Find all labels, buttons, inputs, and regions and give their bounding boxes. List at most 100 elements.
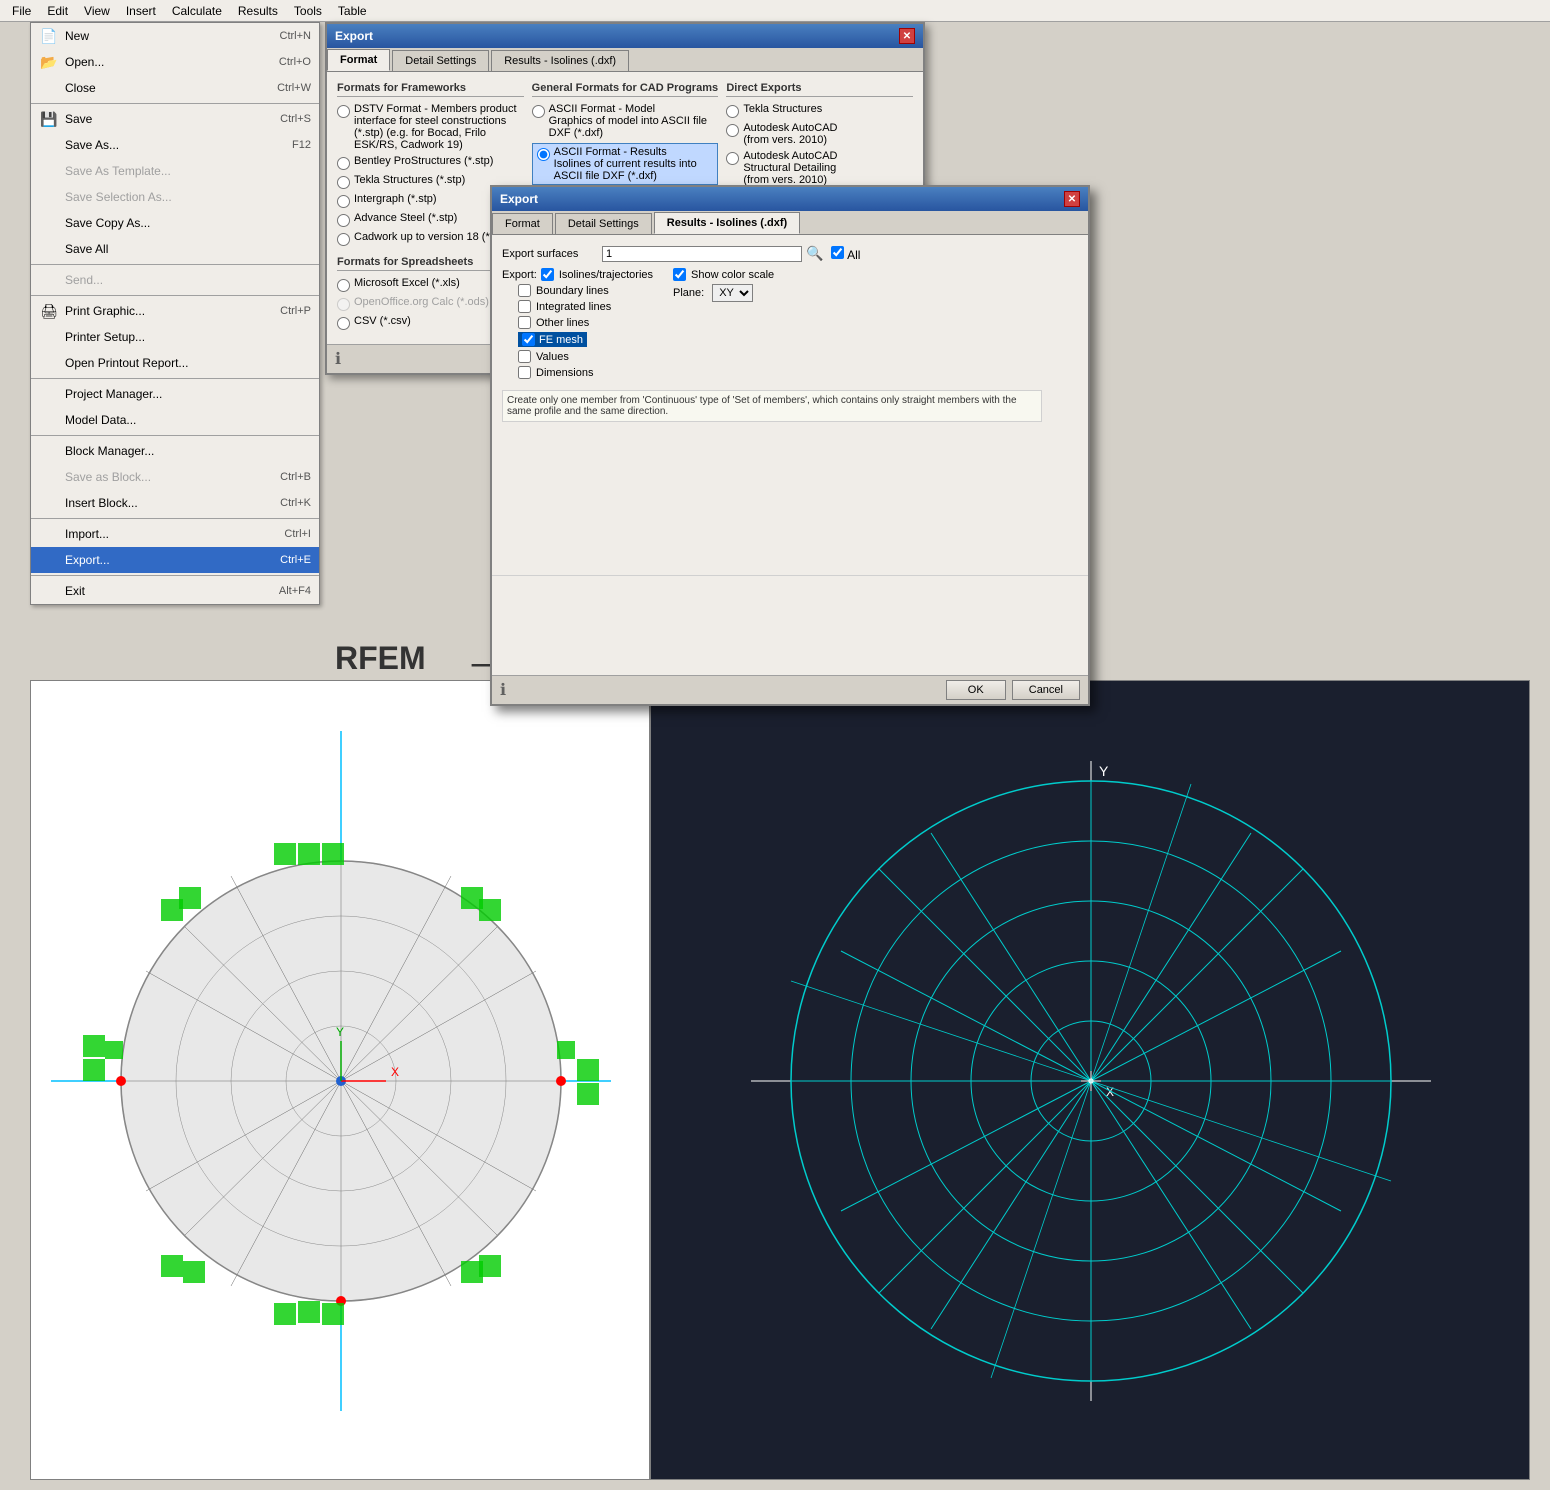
open-icon: 📂 (39, 52, 59, 72)
menu-item-import[interactable]: Import... Ctrl+I (31, 521, 319, 547)
all-checkbox[interactable] (831, 246, 844, 259)
direct-radio-0[interactable] (726, 105, 739, 118)
menu-item-open[interactable]: 📂 Open... Ctrl+O (31, 49, 319, 75)
dialog-2-tabs: Format Detail Settings Results - Isoline… (492, 211, 1088, 235)
pick-button[interactable]: 🔍 (806, 245, 823, 262)
menu-edit[interactable]: Edit (39, 2, 76, 20)
isolines-checkbox[interactable] (541, 268, 554, 281)
menu-item-saveas[interactable]: Save As... F12 (31, 132, 319, 158)
rfem-mesh-svg: X Y (31, 681, 650, 1480)
tab-format-2[interactable]: Format (492, 213, 553, 234)
show-color-scale-checkbox[interactable] (673, 268, 686, 281)
all-label: All (847, 248, 860, 262)
cad-radio-1[interactable] (537, 148, 550, 161)
menu-item-save-copy[interactable]: Save Copy As... (31, 210, 319, 236)
plane-select[interactable]: XY XZ YZ (712, 284, 753, 302)
menu-table[interactable]: Table (330, 2, 375, 20)
separator-2 (31, 264, 319, 265)
menu-item-printer-setup[interactable]: Printer Setup... (31, 324, 319, 350)
menu-item-send: Send... (31, 267, 319, 293)
values-checkbox[interactable] (518, 350, 531, 363)
exit-icon (39, 581, 59, 601)
direct-radio-1[interactable] (726, 124, 739, 137)
direct-option-1: Autodesk AutoCAD(from vers. 2010) (726, 122, 913, 146)
boundary-lines-label: Boundary lines (536, 285, 609, 297)
menu-item-exit[interactable]: Exit Alt+F4 (31, 578, 319, 604)
menu-item-model-data[interactable]: Model Data... (31, 407, 319, 433)
new-icon: 📄 (39, 26, 59, 46)
tab-results-isolines-2[interactable]: Results - Isolines (.dxf) (654, 212, 800, 234)
info-icon-2: ℹ (500, 680, 506, 700)
frameworks-title: Formats for Frameworks (337, 82, 524, 97)
framework-radio-4[interactable] (337, 214, 350, 227)
spreadsheet-radio-2[interactable] (337, 317, 350, 330)
boundary-lines-row: Boundary lines (518, 284, 653, 297)
menu-view[interactable]: View (76, 2, 118, 20)
framework-radio-3[interactable] (337, 195, 350, 208)
import-icon (39, 524, 59, 544)
dxf-viewport: Y X (650, 680, 1530, 1480)
integrated-lines-checkbox[interactable] (518, 300, 531, 313)
framework-radio-0[interactable] (337, 105, 350, 118)
menu-item-insert-block[interactable]: Insert Block... Ctrl+K (31, 490, 319, 516)
menu-tools[interactable]: Tools (286, 2, 330, 20)
menu-item-new[interactable]: 📄 New Ctrl+N (31, 23, 319, 49)
isolines-group: Export: Isolines/trajectories Boundary l… (502, 268, 653, 382)
dimensions-checkbox[interactable] (518, 366, 531, 379)
menu-item-export[interactable]: Export... Ctrl+E (31, 547, 319, 573)
export-surfaces-input[interactable] (602, 246, 802, 262)
cad-radio-0[interactable] (532, 105, 545, 118)
export-label-row: Export: Isolines/trajectories (502, 268, 653, 281)
framework-radio-1[interactable] (337, 157, 350, 170)
menu-item-save[interactable]: 💾 Save Ctrl+S (31, 106, 319, 132)
saveas-template-icon (39, 161, 59, 181)
menu-insert[interactable]: Insert (118, 2, 164, 20)
dialog-2-title: Export (500, 192, 538, 206)
printer-setup-icon (39, 327, 59, 347)
menu-item-project-manager[interactable]: Project Manager... (31, 381, 319, 407)
dxf-mesh-svg: Y X (651, 681, 1530, 1480)
menu-item-print-graphic[interactable]: 🖨 Print Graphic... Ctrl+P (31, 298, 319, 324)
other-lines-checkbox[interactable] (518, 316, 531, 329)
direct-option-2: Autodesk AutoCADStructural Detailing(fro… (726, 150, 913, 186)
dialog-2-footer: ℹ OK Cancel (492, 675, 1088, 704)
spreadsheet-radio-0[interactable] (337, 279, 350, 292)
tab-detail-settings-1[interactable]: Detail Settings (392, 50, 489, 71)
values-label: Values (536, 351, 569, 363)
separator-7 (31, 575, 319, 576)
menu-calculate[interactable]: Calculate (164, 2, 230, 20)
menu-file[interactable]: File (4, 2, 39, 20)
tab-detail-settings-2[interactable]: Detail Settings (555, 213, 652, 234)
integrated-lines-row: Integrated lines (518, 300, 653, 313)
saveas-icon (39, 135, 59, 155)
framework-radio-5[interactable] (337, 233, 350, 246)
save-icon: 💾 (39, 109, 59, 129)
separator-5 (31, 435, 319, 436)
menu-item-save-all[interactable]: Save All (31, 236, 319, 262)
cancel-button[interactable]: Cancel (1012, 680, 1080, 700)
menu-item-close[interactable]: Close Ctrl+W (31, 75, 319, 101)
boundary-lines-checkbox[interactable] (518, 284, 531, 297)
dialog-2-content: Export surfaces 🔍 All Export: Isolines/t… (492, 235, 1088, 575)
framework-radio-2[interactable] (337, 176, 350, 189)
tab-results-isolines-1[interactable]: Results - Isolines (.dxf) (491, 50, 629, 71)
tab-format-1[interactable]: Format (327, 49, 390, 71)
direct-radio-2[interactable] (726, 152, 739, 165)
framework-option-0: DSTV Format - Members product interface … (337, 103, 524, 151)
fe-mesh-checkbox[interactable] (522, 333, 535, 346)
dialog-1-close-button[interactable]: ✕ (899, 28, 915, 44)
spreadsheet-radio-1[interactable] (337, 298, 350, 311)
svg-text:Y: Y (336, 1025, 344, 1039)
dialog-1-tabs: Format Detail Settings Results - Isoline… (327, 48, 923, 72)
send-icon (39, 270, 59, 290)
color-scale-group: Show color scale Plane: XY XZ YZ (673, 268, 774, 382)
dialog-2-close-button[interactable]: ✕ (1064, 191, 1080, 207)
menu-item-block-manager[interactable]: Block Manager... (31, 438, 319, 464)
separator-1 (31, 103, 319, 104)
menu-results[interactable]: Results (230, 2, 286, 20)
dialog-2-buttons: OK Cancel (946, 680, 1080, 700)
fe-mesh-row: FE mesh (518, 332, 653, 347)
ok-button[interactable]: OK (946, 680, 1006, 700)
menu-item-open-printout[interactable]: Open Printout Report... (31, 350, 319, 376)
info-icon-1: ℹ (335, 349, 341, 369)
